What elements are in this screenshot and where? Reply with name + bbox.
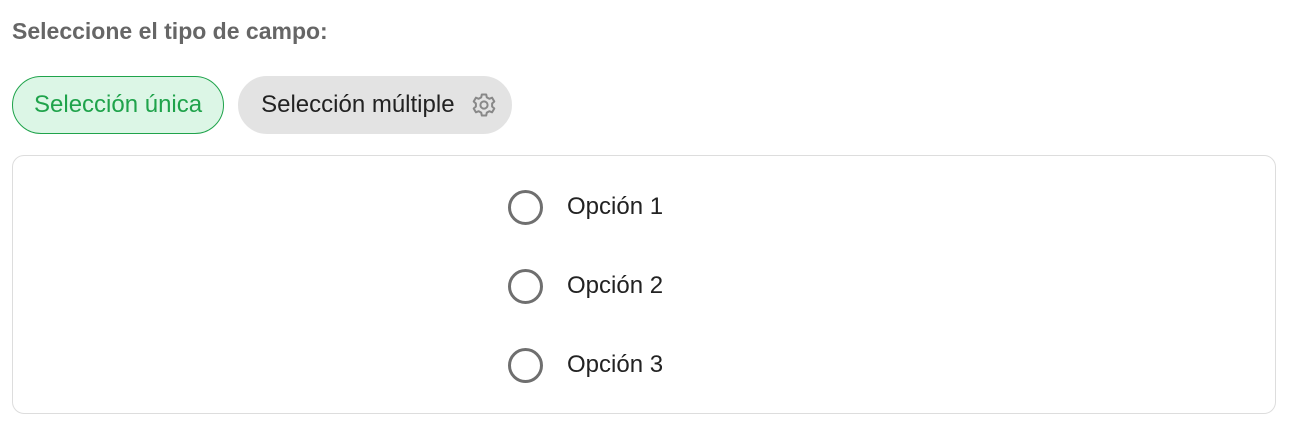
option-label: Opción 3 bbox=[567, 351, 664, 378]
option-1[interactable]: Opción 1 bbox=[508, 187, 663, 227]
option-2[interactable]: Opción 2 bbox=[508, 266, 663, 306]
option-label: Opción 2 bbox=[567, 272, 664, 299]
option-3[interactable]: Opción 3 bbox=[508, 345, 663, 385]
radio-button[interactable] bbox=[508, 189, 543, 225]
gear-icon[interactable] bbox=[471, 92, 497, 118]
field-type-selector: Selección única Selección múltiple bbox=[12, 76, 512, 134]
multiple-selection-chip[interactable]: Selección múltiple bbox=[238, 76, 512, 134]
field-type-label: Seleccione el tipo de campo: bbox=[12, 18, 328, 44]
single-selection-chip[interactable]: Selección única bbox=[12, 76, 225, 134]
radio-button[interactable] bbox=[508, 347, 543, 383]
single-selection-label: Selección única bbox=[34, 91, 203, 118]
multiple-selection-label: Selección múltiple bbox=[261, 91, 455, 118]
option-label: Opción 1 bbox=[567, 193, 664, 220]
radio-button[interactable] bbox=[508, 268, 543, 304]
options-panel: Opción 1 Opción 2 Opción 3 bbox=[12, 155, 1276, 414]
